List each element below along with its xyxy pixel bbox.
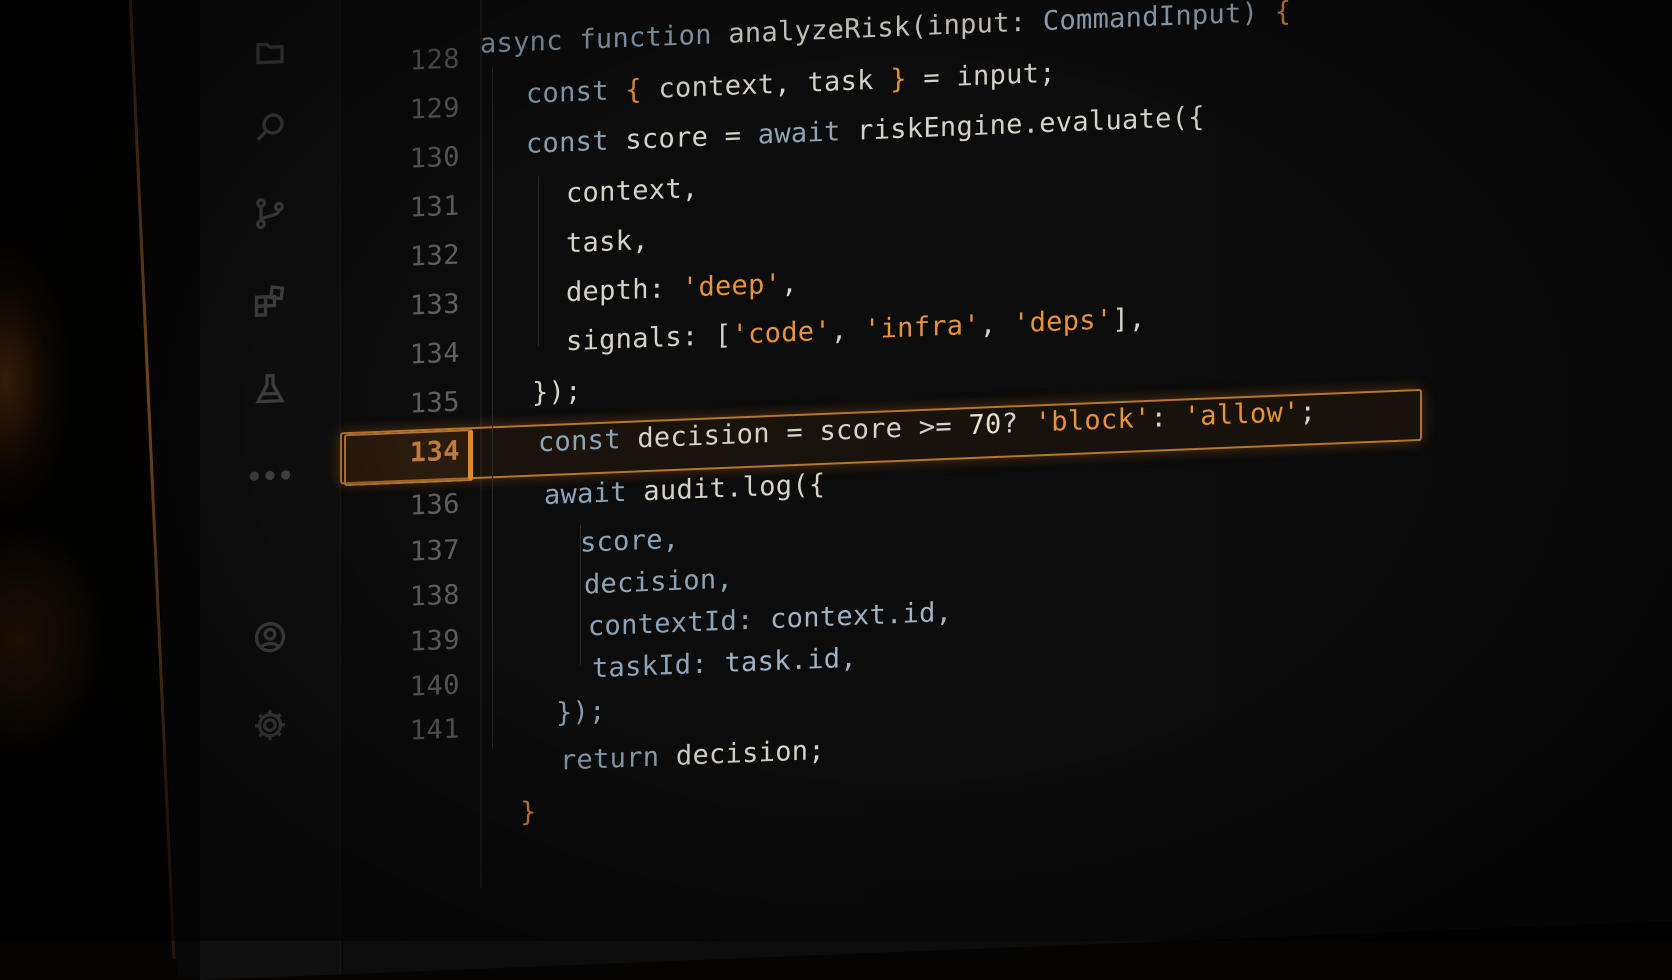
code-token: await: [757, 115, 858, 151]
code-token: }: [520, 796, 537, 829]
code-token: 'code': [731, 315, 831, 351]
code-line: const score = await riskEngine.evaluate(…: [526, 102, 1205, 160]
line-number: 140: [409, 669, 460, 703]
code-token: context,: [566, 172, 699, 210]
code-token: ,: [979, 308, 1014, 341]
line-number: 135: [409, 386, 460, 420]
line-number: 133: [409, 288, 460, 322]
code-token: });: [556, 695, 606, 729]
code-line: const { context, task } = input;: [526, 58, 1056, 110]
code-line: depth: 'deep',: [566, 268, 798, 308]
line-number: 130: [409, 141, 460, 175]
code-token: async function: [480, 18, 729, 60]
code-token: analyzeRisk(input:: [728, 6, 1043, 50]
code-token: audit.log({: [643, 468, 826, 508]
explorer-icon[interactable]: [250, 32, 290, 74]
code-token: ,: [781, 267, 798, 300]
code-token: {: [1274, 0, 1292, 28]
code-token: riskEngine.evaluate({: [857, 101, 1205, 147]
code-line: score,: [580, 524, 679, 559]
code-line: }: [520, 796, 537, 828]
code-token: 'infra': [864, 309, 980, 346]
more-label: •••: [246, 461, 294, 494]
line-number: 128: [409, 43, 460, 77]
code-token: 'allow': [1183, 396, 1300, 433]
line-number: 131: [409, 190, 460, 224]
code-token: ?: [1001, 407, 1035, 440]
code-line: task,: [566, 225, 649, 259]
indent-guide: [580, 524, 581, 665]
code-token: const: [526, 74, 626, 110]
code-line: await audit.log({: [544, 469, 825, 511]
code-token: decision,: [584, 563, 733, 601]
code-token: = input;: [923, 57, 1056, 94]
code-token: decision;: [675, 734, 825, 772]
code-token: await: [544, 476, 644, 512]
indent-guide: [492, 68, 493, 749]
code-token: context, task: [658, 64, 891, 105]
activity-bar: •••: [200, 0, 341, 980]
indent-guide: [538, 176, 539, 347]
code-token: decision = score >=: [637, 410, 969, 455]
code-token: score,: [580, 523, 680, 559]
code-line: contextId: context.id,: [588, 597, 952, 643]
code-line: async function analyzeRisk(input: Comman…: [480, 0, 1291, 60]
code-line: decision,: [584, 564, 733, 601]
code-token: score =: [625, 119, 758, 156]
code-token: depth:: [566, 272, 682, 309]
line-number: 129: [409, 92, 460, 126]
line-number: 141: [409, 713, 460, 747]
code-token: ,: [830, 314, 865, 347]
settings-gear-icon[interactable]: [250, 704, 290, 746]
search-icon[interactable]: [250, 106, 290, 148]
code-token: 'block': [1034, 402, 1151, 439]
account-icon[interactable]: [250, 616, 290, 658]
code-token: signals: [: [566, 319, 732, 358]
code-token: return: [560, 740, 676, 777]
code-token: ],: [1112, 303, 1146, 336]
code-line: return decision;: [560, 735, 825, 777]
line-number: 139: [409, 624, 460, 658]
code-editor[interactable]: async function analyzeRisk(input: Comman…: [480, 0, 1672, 889]
code-token: task,: [566, 224, 649, 260]
code-token: const: [538, 423, 638, 459]
line-number: 138: [409, 579, 460, 613]
code-line: context,: [566, 173, 698, 209]
code-token: });: [532, 375, 582, 409]
testing-icon[interactable]: [250, 368, 290, 410]
code-token: ;: [1299, 396, 1317, 428]
line-number: 134: [409, 337, 460, 371]
editor-screen: ••• 128 129 130 131 132 133 134 135 134 136 137 138…: [200, 0, 1672, 980]
code-line: });: [532, 376, 582, 409]
code-token: :: [1150, 401, 1184, 434]
code-token: {: [625, 73, 659, 106]
code-token: contextId:: [588, 604, 771, 643]
highlighted-line-gutter: [344, 429, 473, 487]
code-token: context.id,: [770, 596, 953, 636]
source-control-icon[interactable]: [250, 192, 290, 234]
extensions-icon[interactable]: [250, 280, 290, 322]
code-token: taskId:: [592, 647, 725, 685]
code-line: const decision = score >= 70? 'block': '…: [538, 396, 1316, 458]
code-token: task.id,: [724, 642, 857, 679]
code-line: signals: ['code', 'infra', 'deps'],: [566, 303, 1146, 357]
code-line: });: [556, 696, 606, 729]
line-number: 136: [409, 488, 460, 522]
code-token: 'deps': [1013, 304, 1113, 340]
code-token: 'deep': [681, 268, 782, 304]
line-number: 132: [409, 239, 460, 273]
code-token: 70: [968, 408, 1002, 442]
code-token: const: [526, 124, 626, 160]
line-number: 137: [409, 534, 460, 568]
more-icon[interactable]: •••: [247, 456, 294, 498]
code-token: }: [890, 62, 924, 96]
code-token: CommandInput): [1042, 0, 1275, 38]
code-line: taskId: task.id,: [592, 643, 857, 685]
